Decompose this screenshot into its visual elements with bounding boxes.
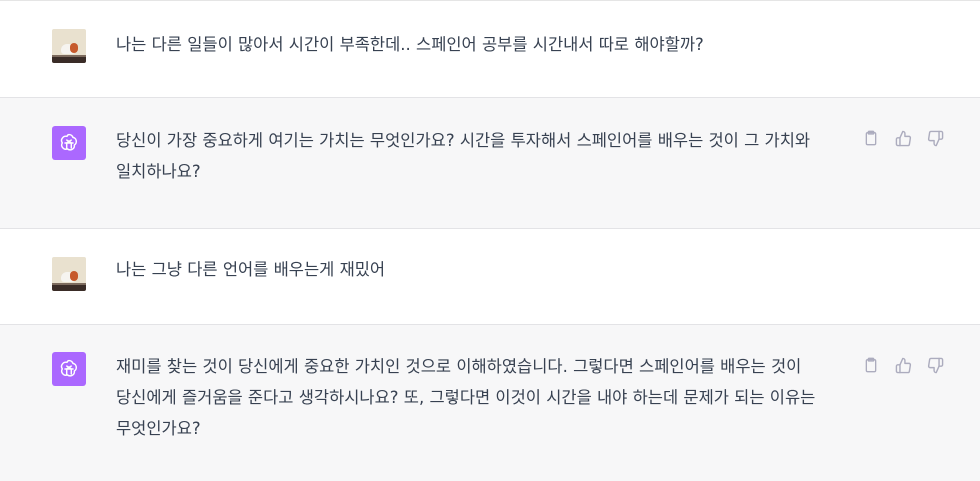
thumbs-up-icon[interactable]	[894, 356, 912, 374]
message-text: 나는 그냥 다른 언어를 배우는게 재밌어	[116, 260, 386, 279]
message-text: 재미를 찾는 것이 당신에게 중요한 가치인 것으로 이해하였습니다. 그렇다면…	[116, 357, 816, 438]
chat-thread: 나는 다른 일들이 많아서 시간이 부족한데.. 스페인어 공부를 시간내서 따…	[0, 0, 980, 481]
assistant-message: 당신이 가장 중요하게 여기는 가치는 무엇인가요? 시간을 투자해서 스페인어…	[0, 98, 980, 229]
openai-logo-icon	[52, 126, 86, 160]
message-text: 당신이 가장 중요하게 여기는 가치는 무엇인가요? 시간을 투자해서 스페인어…	[116, 131, 811, 181]
message-text: 나는 다른 일들이 많아서 시간이 부족한데.. 스페인어 공부를 시간내서 따…	[116, 35, 704, 54]
user-message: 나는 다른 일들이 많아서 시간이 부족한데.. 스페인어 공부를 시간내서 따…	[0, 1, 980, 98]
message-actions	[862, 129, 946, 149]
copy-icon[interactable]	[862, 356, 880, 374]
user-message: 나는 그냥 다른 언어를 배우는게 재밌어	[0, 229, 980, 325]
thumbs-down-icon[interactable]	[926, 356, 944, 374]
assistant-message: 재미를 찾는 것이 당신에게 중요한 가치인 것으로 이해하였습니다. 그렇다면…	[0, 325, 980, 481]
user-avatar	[52, 29, 86, 63]
thumbs-up-icon[interactable]	[894, 129, 912, 147]
openai-logo-icon	[52, 352, 86, 386]
user-avatar	[52, 257, 86, 291]
copy-icon[interactable]	[862, 129, 880, 147]
message-actions	[862, 356, 946, 376]
thumbs-down-icon[interactable]	[926, 129, 944, 147]
